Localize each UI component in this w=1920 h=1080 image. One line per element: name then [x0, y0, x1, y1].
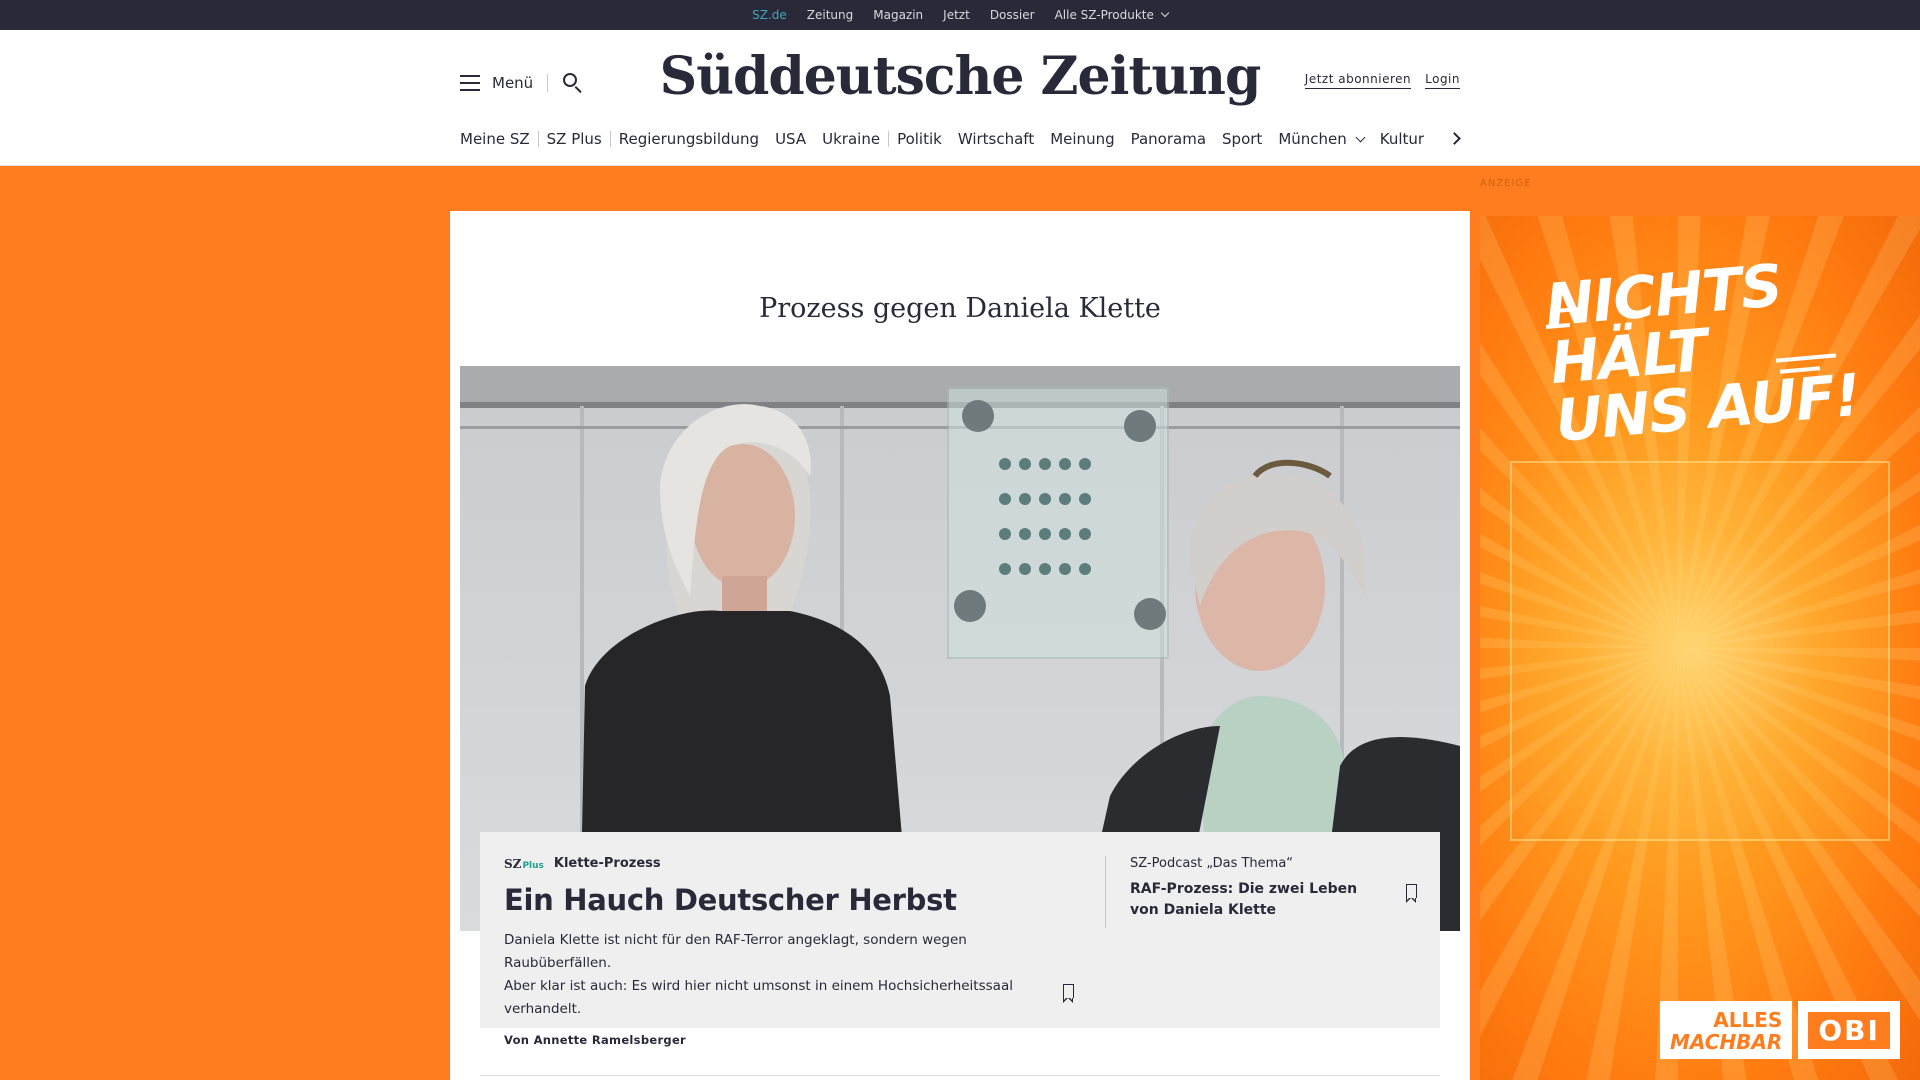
nav-item-ukraine[interactable]: Ukraine [814, 130, 888, 148]
top-service-bar: SZ.de Zeitung Magazin Jetzt Dossier Alle… [0, 0, 1920, 36]
topbar-link-jetzt[interactable]: Jetzt [943, 0, 970, 30]
nav-item-meinung[interactable]: Meinung [1042, 130, 1122, 148]
chevron-right-icon[interactable] [1448, 132, 1461, 145]
site-header: Menü Süddeutsche Zeitung Jetzt abonniere… [0, 30, 1920, 166]
main-navigation: Meine SZ SZ Plus Regierungsbildung USA U… [460, 124, 1432, 154]
teaser-line: Daniela Klette ist nicht für den RAF-Ter… [504, 932, 967, 971]
ad-slogan: ALLES MACHBAR [1660, 1001, 1793, 1059]
account-links: Jetzt abonnieren Login [1304, 72, 1460, 89]
ad-slogan-line: ALLES [1713, 1008, 1783, 1032]
nav-item-panorama[interactable]: Panorama [1123, 130, 1214, 148]
subscribe-link[interactable]: Jetzt abonnieren [1304, 72, 1412, 89]
article-kicker: SZ Plus Klette-Prozess [504, 856, 1074, 871]
ad-label: ANZEIGE [1480, 178, 1532, 189]
obi-wordmark: OBI [1798, 1001, 1900, 1059]
chevron-down-icon [1160, 8, 1170, 18]
dossier-title[interactable]: Prozess gegen Daniela Klette [450, 293, 1470, 324]
site-logo[interactable]: Süddeutsche Zeitung [0, 46, 1920, 107]
sz-plus-badge-brand: SZ [504, 856, 522, 871]
topbar-link-sz-de[interactable]: SZ.de [752, 0, 787, 36]
ad-product-frame [1510, 461, 1890, 841]
obi-logo: ALLES MACHBAR OBI [1660, 1001, 1900, 1059]
podcast-title[interactable]: RAF-Prozess: Die zwei Leben von Daniela … [1130, 879, 1390, 921]
nav-item-meine-sz[interactable]: Meine SZ [460, 130, 538, 148]
ad-headline: NICHTS HÄLT UNS AUF! [1543, 248, 1887, 455]
obi-advertisement[interactable]: NICHTS HÄLT UNS AUF! ALLES MACHBAR OBI [1480, 216, 1920, 1080]
obi-wordmark-text: OBI [1808, 1011, 1890, 1049]
nav-item-usa[interactable]: USA [767, 130, 814, 148]
nav-item-muenchen-label: München [1278, 130, 1347, 148]
lead-article-card[interactable]: SZ Plus Klette-Prozess Ein Hauch Deutsche… [480, 832, 1440, 1047]
topbar-link-zeitung[interactable]: Zeitung [807, 0, 853, 30]
bookmark-icon[interactable] [1405, 884, 1417, 903]
ad-slogan-line: MACHBAR [1670, 1030, 1783, 1054]
side-article[interactable]: SZ-Podcast „Das Thema“ RAF-Prozess: Die … [1130, 856, 1390, 921]
article-headline[interactable]: Ein Hauch Deutscher Herbst [504, 883, 1074, 917]
lead-article-teaser: SZ Plus Klette-Prozess Ein Hauch Deutsche… [504, 856, 1074, 1047]
topbar-link-alle-produkte-label: Alle SZ-Produkte [1054, 8, 1154, 22]
nav-item-regierungsbildung[interactable]: Regierungsbildung [611, 130, 767, 148]
topbar-link-alle-produkte[interactable]: Alle SZ-Produkte [1054, 0, 1170, 30]
kicker-text: Klette-Prozess [553, 856, 661, 871]
podcast-kicker: SZ-Podcast „Das Thema“ [1130, 856, 1294, 871]
article-author: Von Annette Ramelsberger [504, 1033, 687, 1047]
main-content: Prozess gegen Daniela Klette SZ Plus Kle… [450, 211, 1470, 1080]
divider [480, 1075, 1440, 1076]
nav-item-wirtschaft[interactable]: Wirtschaft [950, 130, 1042, 148]
nav-item-sz-plus[interactable]: SZ Plus [539, 130, 610, 148]
sz-plus-badge: SZ Plus [504, 857, 544, 871]
login-link[interactable]: Login [1425, 72, 1460, 89]
chevron-down-icon [1355, 132, 1366, 143]
article-teaser: Daniela Klette ist nicht für den RAF-Ter… [504, 929, 1074, 1021]
topbar-link-magazin[interactable]: Magazin [873, 0, 923, 30]
divider [1105, 856, 1106, 928]
bookmark-icon[interactable] [1062, 984, 1074, 1003]
nav-item-politik[interactable]: Politik [889, 130, 950, 148]
nav-item-sport[interactable]: Sport [1214, 130, 1270, 148]
nav-item-muenchen[interactable]: München [1270, 130, 1371, 148]
teaser-line: Aber klar ist auch: Es wird hier nicht u… [504, 978, 1013, 1017]
nav-item-kultur[interactable]: Kultur [1372, 130, 1432, 148]
sz-plus-badge-plus: Plus [522, 860, 544, 871]
topbar-link-dossier[interactable]: Dossier [990, 0, 1035, 30]
